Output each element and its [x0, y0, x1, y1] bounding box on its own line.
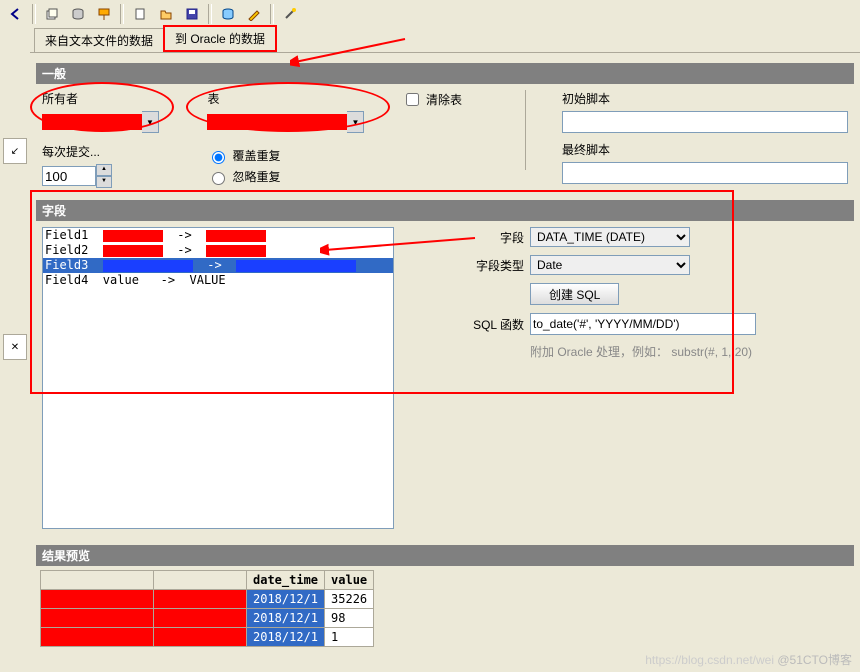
final-script-input[interactable]: [562, 162, 848, 184]
owner-combo[interactable]: ▼: [42, 111, 177, 133]
commit-every-label: 每次提交...: [42, 143, 177, 160]
commit-every-input[interactable]: [42, 166, 96, 186]
init-script-label: 初始脚本: [562, 90, 848, 107]
preview-col-0: [41, 571, 154, 590]
db-icon[interactable]: [66, 2, 90, 26]
db-cyl-icon[interactable]: [216, 2, 240, 26]
edit-icon[interactable]: [242, 2, 266, 26]
format-icon[interactable]: [92, 2, 116, 26]
side-pin-icon[interactable]: ↙: [3, 138, 27, 164]
back-icon[interactable]: [4, 2, 28, 26]
field-type-select[interactable]: Date: [530, 255, 690, 275]
preview-col-datetime: date_time: [247, 571, 325, 590]
preview-col-value: value: [325, 571, 374, 590]
save-icon[interactable]: [180, 2, 204, 26]
new-icon[interactable]: [128, 2, 152, 26]
field-type-label: 字段类型: [464, 257, 524, 274]
table-label: 表: [207, 90, 371, 107]
final-script-label: 最终脚本: [562, 141, 848, 158]
fields-listbox[interactable]: Field1 -> Field2 -> Field3 -> Field4 val…: [42, 227, 394, 529]
tab-text-file[interactable]: 来自文本文件的数据: [34, 28, 164, 52]
preview-col-1: [154, 571, 247, 590]
watermark: https://blog.csdn.net/wei @51CTO博客: [645, 651, 852, 668]
open-icon[interactable]: [154, 2, 178, 26]
commit-every-spinner[interactable]: ▲▼: [42, 164, 177, 188]
field-select[interactable]: DATA_TIME (DATE): [530, 227, 690, 247]
left-gutter: ↙ ✕: [0, 28, 31, 672]
ignore-radio[interactable]: 忽略重复: [207, 168, 371, 185]
section-preview-header: 结果预览: [36, 545, 854, 566]
field-label: 字段: [464, 229, 524, 246]
tab-bar: 来自文本文件的数据 到 Oracle 的数据: [30, 28, 860, 53]
create-sql-button[interactable]: 创建 SQL: [530, 283, 619, 305]
init-script-input[interactable]: [562, 111, 848, 133]
section-fields-header: 字段: [36, 200, 854, 221]
side-close-icon[interactable]: ✕: [3, 334, 27, 360]
sql-func-label: SQL 函数: [464, 316, 524, 333]
sql-hint: 附加 Oracle 处理，例如： substr(#, 1, 20): [530, 343, 752, 360]
table-combo[interactable]: ▼: [207, 111, 371, 133]
tab-oracle[interactable]: 到 Oracle 的数据: [163, 25, 277, 52]
clear-table-checkbox[interactable]: 清除表: [402, 90, 489, 109]
wand-icon[interactable]: [278, 2, 302, 26]
toolbar: [0, 0, 860, 29]
sql-func-input[interactable]: [530, 313, 756, 335]
overwrite-radio[interactable]: 覆盖重复: [207, 147, 371, 164]
preview-table: date_time value 2018/12/135226 2018/12/1…: [40, 570, 374, 647]
owner-label: 所有者: [42, 90, 177, 107]
copy-icon[interactable]: [40, 2, 64, 26]
section-general-header: 一般: [36, 63, 854, 84]
